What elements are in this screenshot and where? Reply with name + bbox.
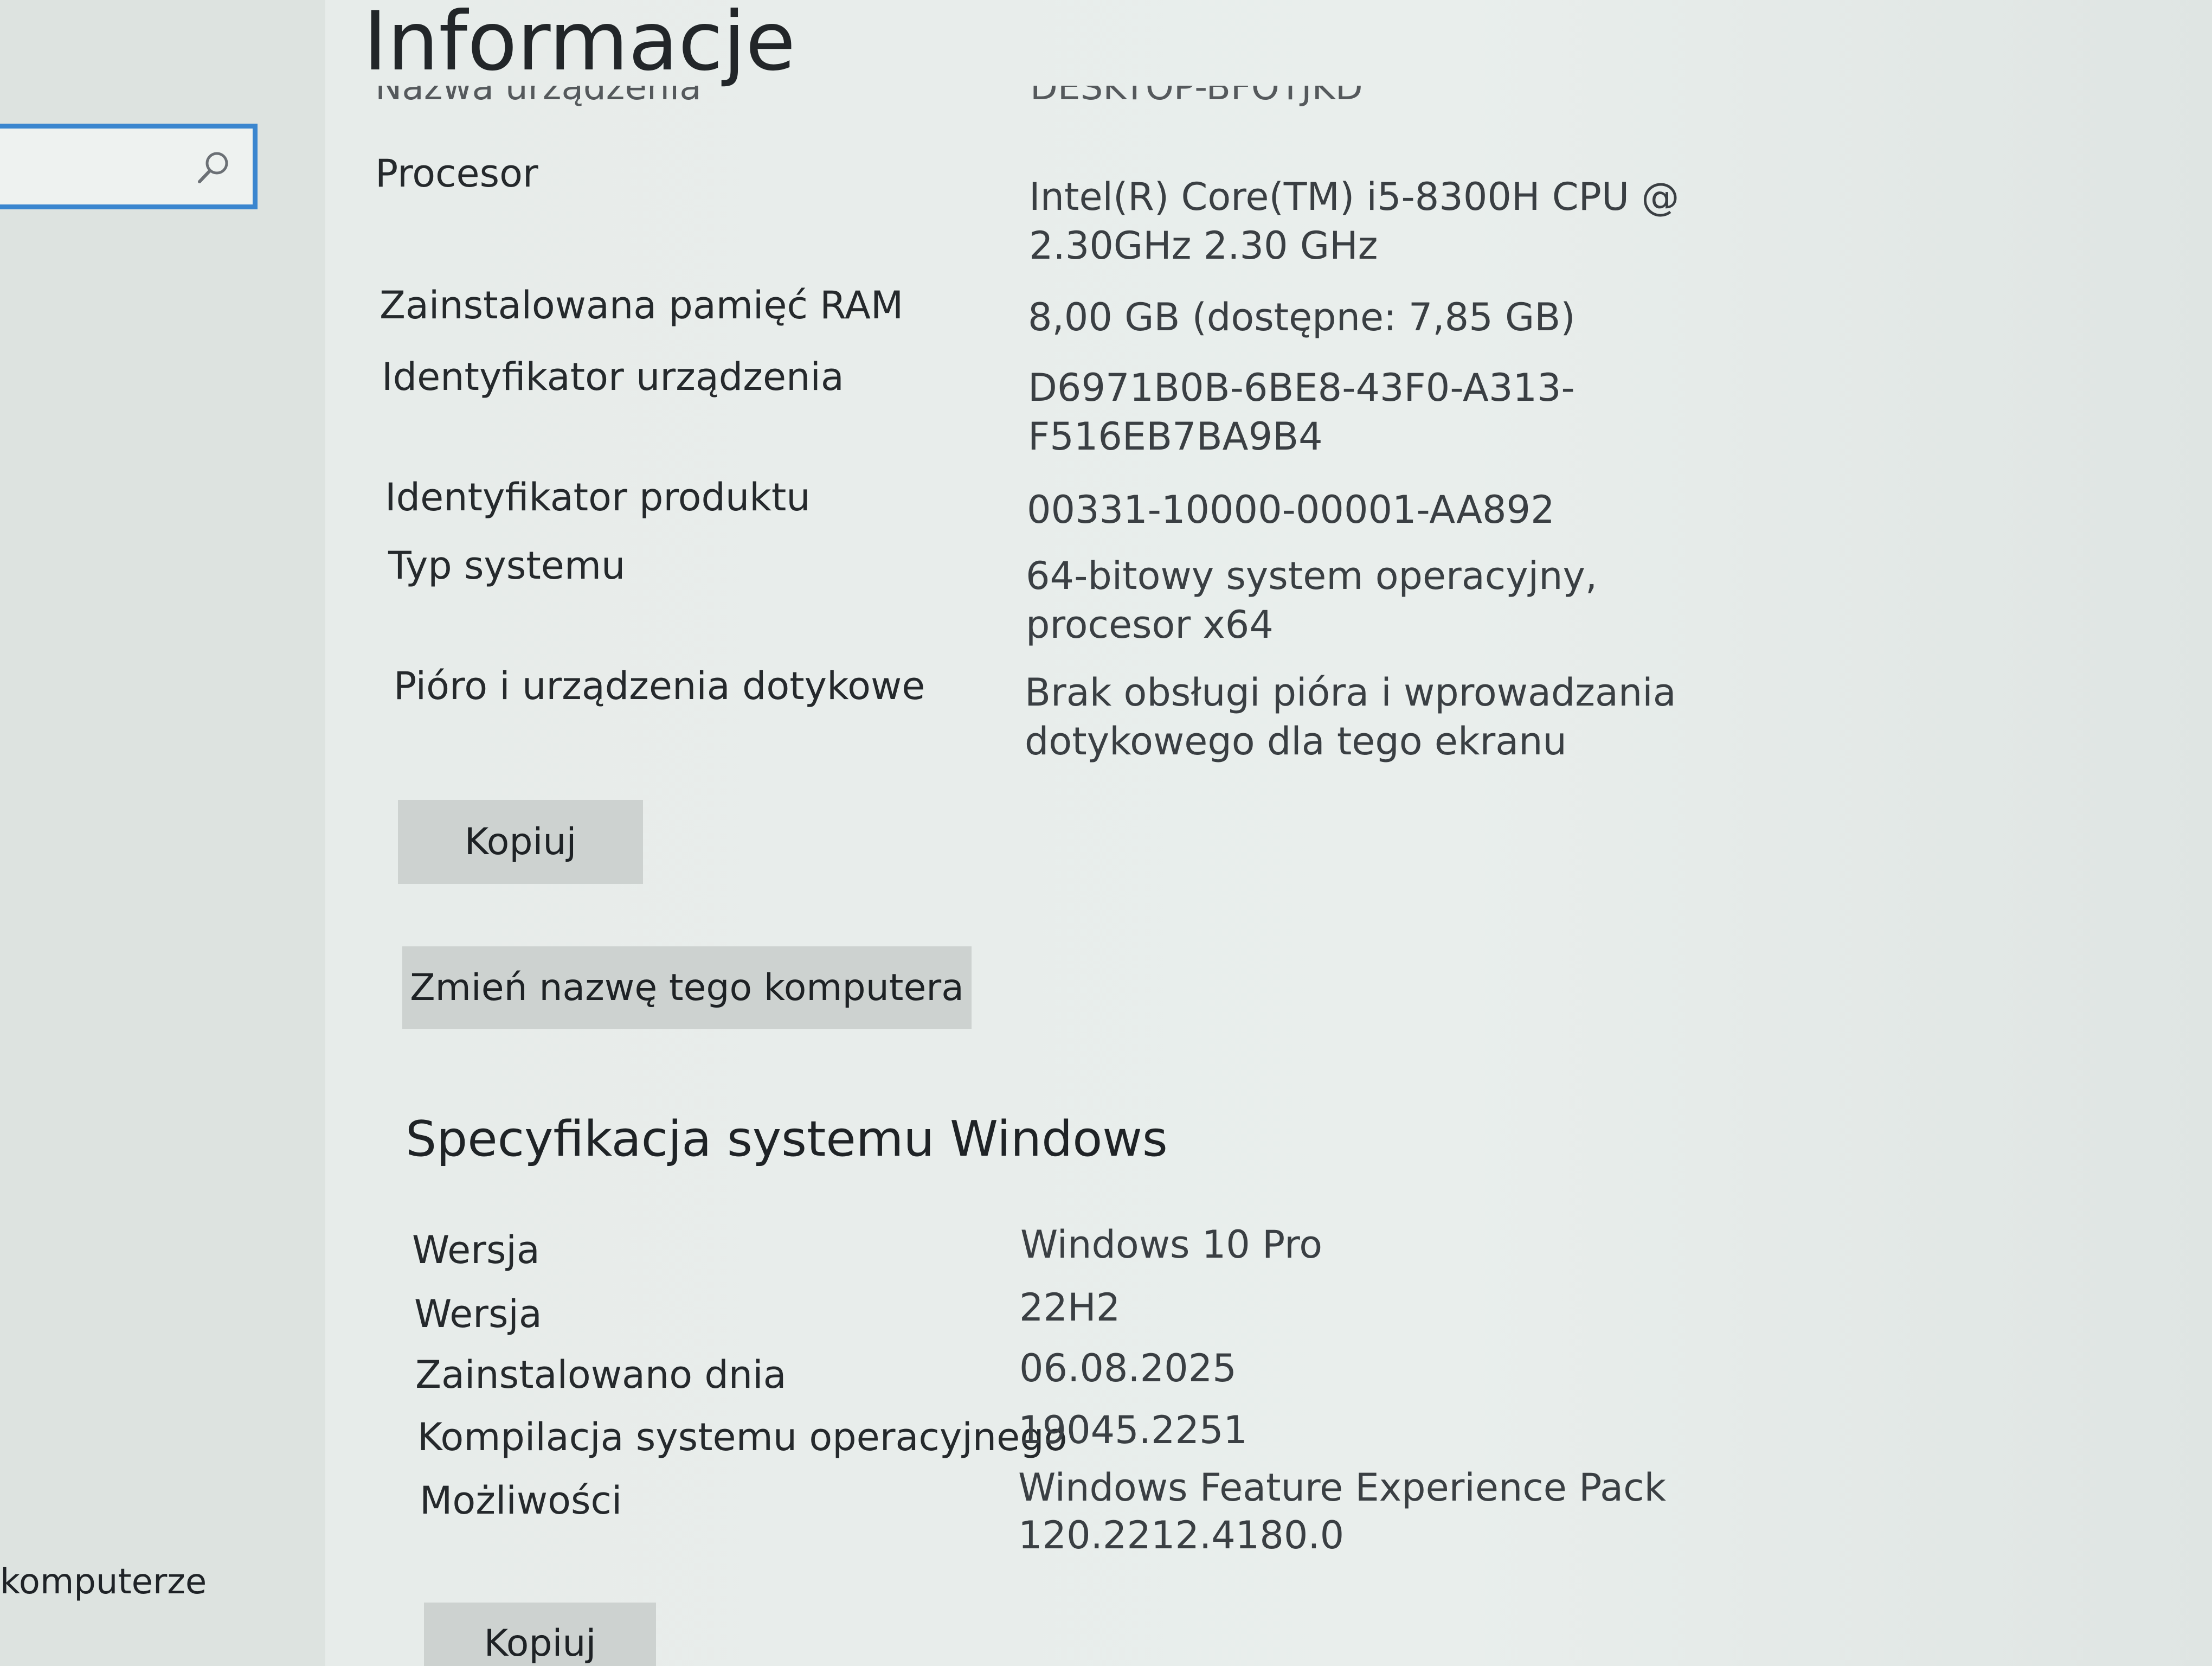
pen-touch-label: Pióro i urządzenia dotykowe bbox=[394, 664, 925, 708]
edition-value: Windows 10 Pro bbox=[1020, 1222, 1323, 1267]
sidebar-item-about[interactable]: komputerze bbox=[0, 1562, 207, 1602]
device-id-label: Identyfikator urządzenia bbox=[382, 355, 844, 399]
rename-pc-button[interactable]: Zmień nazwę tego komputera bbox=[402, 946, 972, 1029]
system-type-value-line1: 64-bitowy system operacyjny, bbox=[1026, 554, 1598, 598]
experience-value-line1: Windows Feature Experience Pack bbox=[1018, 1465, 1667, 1510]
processor-label: Procesor bbox=[375, 151, 538, 196]
install-date-value: 06.08.2025 bbox=[1019, 1346, 1237, 1391]
copy-device-specs-button[interactable]: Kopiuj bbox=[398, 800, 643, 884]
windows-spec-title: Specyfikacja systemu Windows bbox=[406, 1111, 1168, 1168]
sidebar: komputerze bbox=[0, 0, 325, 1666]
product-id-value: 00331-10000-00001-AA892 bbox=[1027, 488, 1555, 532]
pen-touch-value-line1: Brak obsługi pióra i wprowadzania bbox=[1025, 670, 1676, 715]
page-title: Informacje bbox=[363, 0, 796, 89]
ram-label: Zainstalowana pamięć RAM bbox=[380, 283, 904, 328]
experience-label: Możliwości bbox=[420, 1478, 622, 1523]
os-build-value: 19045.2251 bbox=[1018, 1408, 1248, 1452]
system-type-label: Typ systemu bbox=[388, 543, 626, 588]
processor-value-line1: Intel(R) Core(TM) i5-8300H CPU @ bbox=[1029, 175, 1680, 219]
device-name-value: DESKTOP-BFOTJKD bbox=[1030, 86, 1363, 108]
os-build-label: Kompilacja systemu operacyjnego bbox=[417, 1415, 1068, 1459]
device-id-value-line1: D6971B0B-6BE8-43F0-A313- bbox=[1028, 366, 1575, 410]
search-icon[interactable] bbox=[194, 149, 232, 187]
search-input[interactable] bbox=[0, 124, 258, 209]
device-id-value-line2: F516EB7BA9B4 bbox=[1028, 414, 1323, 459]
version-label: Wersja bbox=[414, 1292, 542, 1336]
main-content: Informacje Nazwa urządzenia DESKTOP-BFOT… bbox=[325, 0, 2212, 1666]
device-name-label: Nazwa urządzenia bbox=[375, 86, 702, 108]
copy-windows-specs-button[interactable]: Kopiuj bbox=[424, 1603, 656, 1666]
install-date-label: Zainstalowano dnia bbox=[415, 1353, 787, 1397]
processor-value-line2: 2.30GHz 2.30 GHz bbox=[1029, 223, 1378, 268]
experience-value-line2: 120.2212.4180.0 bbox=[1018, 1513, 1345, 1558]
system-type-value-line2: procesor x64 bbox=[1026, 603, 1274, 647]
ram-value: 8,00 GB (dostępne: 7,85 GB) bbox=[1028, 295, 1576, 339]
product-id-label: Identyfikator produktu bbox=[385, 475, 811, 520]
edition-label: Wersja bbox=[412, 1228, 540, 1272]
version-value: 22H2 bbox=[1019, 1285, 1121, 1330]
pen-touch-value-line2: dotykowego dla tego ekranu bbox=[1025, 719, 1567, 764]
